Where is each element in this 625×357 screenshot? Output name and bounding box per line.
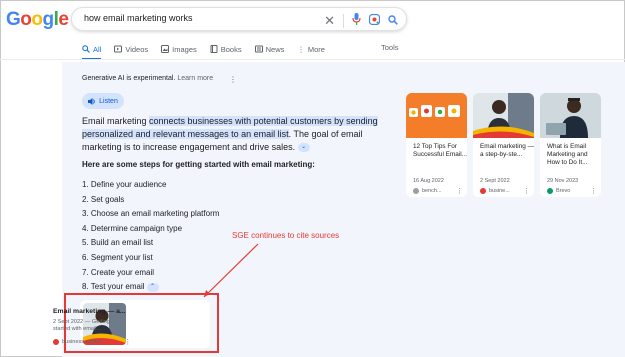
news-icon bbox=[254, 45, 263, 53]
more-options-icon[interactable]: ⋮ bbox=[523, 187, 530, 195]
source-name: bench... bbox=[422, 188, 442, 194]
cited-card-title[interactable]: Email marketing — a... bbox=[53, 308, 126, 315]
microphone-icon[interactable] bbox=[352, 12, 361, 30]
generative-ai-notice: Generative AI is experimental. Learn mor… bbox=[82, 75, 213, 82]
tab-books[interactable]: Books bbox=[210, 43, 242, 55]
tab-label: Videos bbox=[125, 44, 149, 54]
speaker-icon bbox=[88, 97, 95, 105]
card-title: Email marketing — a step-by-ste... bbox=[480, 143, 534, 158]
card-source: bench... ⋮ bbox=[413, 187, 467, 195]
search-box[interactable]: how email marketing works ✕ bbox=[71, 7, 407, 31]
listen-label: Listen bbox=[99, 97, 118, 105]
lens-icon[interactable] bbox=[368, 12, 381, 30]
source-card[interactable]: What is Email Marketing and How to Do It… bbox=[540, 93, 601, 197]
listen-button[interactable]: Listen bbox=[82, 93, 124, 109]
annotation-label: SGE continues to cite sources bbox=[232, 231, 340, 240]
chevron-down-icon[interactable]: ⌄ bbox=[297, 143, 310, 153]
list-item: 4. Determine campaign type bbox=[82, 223, 183, 233]
search-icon bbox=[82, 45, 90, 53]
divider bbox=[343, 14, 344, 28]
more-options-icon[interactable]: ⋮ bbox=[590, 187, 597, 195]
header-divider bbox=[0, 59, 625, 60]
chevron-up-icon[interactable]: ⌃ bbox=[146, 282, 159, 292]
tab-images[interactable]: Images bbox=[161, 43, 197, 55]
card-date: 29 Nov 2023 bbox=[547, 178, 579, 184]
step-text: 8. Test your email bbox=[82, 282, 145, 292]
card-thumbnail bbox=[406, 93, 467, 138]
more-options-icon[interactable]: ⋮ bbox=[229, 75, 237, 84]
search-icon[interactable] bbox=[388, 12, 398, 30]
tab-label: All bbox=[93, 44, 102, 54]
clear-icon[interactable]: ✕ bbox=[324, 14, 335, 28]
tab-all[interactable]: All bbox=[82, 43, 102, 60]
card-source: Brevo ⋮ bbox=[547, 187, 601, 195]
book-icon bbox=[210, 45, 218, 53]
card-date: 16 Aug 2022 bbox=[413, 178, 444, 184]
notice-text: Generative AI is experimental. bbox=[82, 75, 176, 82]
more-vert-icon: ⋮ bbox=[297, 44, 305, 54]
card-thumbnail bbox=[473, 93, 534, 138]
list-item: 6. Segment your list bbox=[82, 252, 153, 262]
more-options-icon[interactable]: ⋮ bbox=[456, 187, 463, 195]
search-tabs: All Videos Images Books News ⋮ More bbox=[82, 43, 325, 60]
cited-card-snippet: 2 Sept 2022 — Getting started with email… bbox=[53, 319, 110, 332]
card-thumbnail bbox=[540, 93, 601, 138]
more-options-icon[interactable]: ⋮ bbox=[124, 338, 131, 346]
image-icon bbox=[161, 45, 170, 53]
card-source: busine... ⋮ bbox=[480, 187, 534, 195]
steps-list: 1. Define your audience 2. Set goals 3. … bbox=[82, 180, 219, 297]
list-item: 7. Create your email bbox=[82, 267, 155, 277]
brevo-favicon bbox=[547, 188, 553, 194]
adobe-favicon bbox=[480, 188, 486, 194]
source-name: Brevo bbox=[556, 188, 571, 194]
card-date: 2 Sept 2022 bbox=[480, 178, 510, 184]
tools-button[interactable]: Tools bbox=[381, 43, 399, 52]
cited-card-source: business.adobe.... ⋮ bbox=[53, 338, 131, 346]
tab-label: Images bbox=[172, 44, 197, 54]
source-name: business.adobe.... bbox=[62, 339, 108, 345]
tab-label: Books bbox=[220, 44, 242, 54]
card-title: What is Email Marketing and How to Do It… bbox=[547, 143, 588, 166]
ai-summary: Email marketing connects businesses with… bbox=[82, 115, 382, 154]
list-item: 1. Define your audience bbox=[82, 180, 167, 189]
video-icon bbox=[114, 45, 123, 53]
source-name: busine... bbox=[489, 188, 510, 194]
list-item: 2. Set goals bbox=[82, 194, 125, 204]
tab-more[interactable]: ⋮ More bbox=[297, 43, 325, 55]
list-item: 3. Choose an email marketing platform bbox=[82, 209, 220, 219]
favicon bbox=[413, 188, 419, 194]
tab-news[interactable]: News bbox=[254, 43, 285, 55]
tab-label: News bbox=[265, 44, 285, 54]
google-logo[interactable]: Google bbox=[6, 9, 69, 31]
summary-text: Email marketing bbox=[82, 116, 150, 126]
adobe-favicon bbox=[53, 339, 59, 345]
learn-more-link[interactable]: Learn more bbox=[177, 75, 213, 82]
search-input[interactable]: how email marketing works bbox=[84, 13, 193, 23]
tab-videos[interactable]: Videos bbox=[114, 43, 148, 55]
tab-label: More bbox=[307, 44, 325, 54]
steps-heading: Here are some steps for getting started … bbox=[82, 160, 315, 169]
source-card[interactable]: 12 Top Tips For Successful Email... 16 A… bbox=[406, 93, 467, 197]
list-item: 5. Build an email list bbox=[82, 238, 154, 248]
source-card[interactable]: Email marketing — a step-by-ste... 2 Sep… bbox=[473, 93, 534, 197]
card-title: 12 Top Tips For Successful Email... bbox=[413, 143, 467, 158]
